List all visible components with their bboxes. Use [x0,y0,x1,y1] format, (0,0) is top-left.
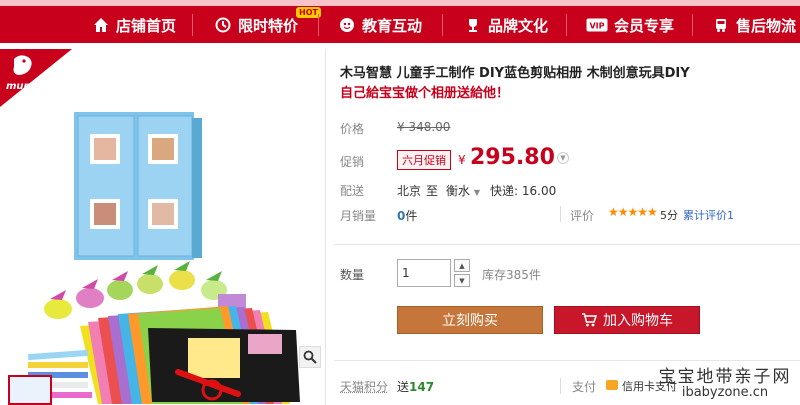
nav-item-brand-culture-label: 品牌文化 [488,16,549,35]
cart-icon [581,313,597,327]
tmall-points-label[interactable]: 天猫积分 [340,378,388,395]
nav-item-after-sales[interactable]: 售后物流 [712,12,796,38]
svg-text:VIP: VIP [589,22,604,31]
rating-label: 评价 [570,209,595,223]
nav-item-brand-culture[interactable]: 品牌文化 [464,12,548,38]
education-icon [338,16,356,34]
chevron-up-icon: ▲ [459,261,465,270]
top-nav: 店铺首页 限时特价 HOT 教育互动 品牌文化 VIP 会员专享 售后物流 [0,0,800,46]
add-to-cart-button[interactable]: 加入购物车 [554,306,700,334]
nav-item-education[interactable]: 教育互动 [338,12,422,38]
nav-item-home[interactable]: 店铺首页 [92,12,176,38]
nav-item-vip-label: 会员专享 [614,16,675,35]
monthly-sales-label: 月销量 [340,209,377,223]
site-watermark: 宝宝地带亲子网 ibabyzone.cn [652,362,798,400]
chevron-down-icon: ▼ [459,276,465,285]
divider [334,360,800,361]
clock-icon [214,16,232,34]
sales-unit: 件 [405,209,418,223]
promo-badge: 六月促销 [397,150,451,170]
nav-separator [566,14,567,36]
zoom-button[interactable] [299,346,321,368]
home-icon [92,16,110,34]
points-prefix: 送 [397,380,410,394]
quantity-label: 数量 [340,268,365,282]
nav-item-home-label: 店铺首页 [116,16,177,35]
quantity-input[interactable] [397,259,451,287]
divider [560,206,561,222]
add-to-cart-label: 加入购物车 [603,313,673,329]
quantity-decrease-button[interactable]: ▼ [454,274,470,287]
nav-separator [442,14,443,36]
credit-card-icon [606,380,618,390]
nav-item-education-label: 教育互动 [362,16,423,35]
product-gallery: muma [0,49,326,405]
ship-from: 北京 [397,184,422,198]
shipping-label: 配送 [340,184,365,198]
promo-price: 295.80 [470,145,555,170]
brand-logo: muma [0,49,72,107]
vip-icon: VIP [586,16,608,34]
rating-score: 5分 [660,209,678,222]
promo-label: 促销 [340,155,365,169]
buy-now-label: 立刻购买 [442,313,498,329]
trophy-icon [464,16,482,34]
logo-text: muma [6,81,41,92]
shipping-fee: 快递: 16.00 [490,184,557,198]
watermark-line1: 宝宝地带亲子网 [658,367,792,387]
product-image[interactable] [28,104,308,404]
price-label: 价格 [340,122,365,136]
divider [334,244,800,245]
monthly-sales: 0件 [397,207,417,224]
magnifier-icon [303,350,317,364]
nav-separator [692,14,693,36]
truck-icon [712,16,730,34]
currency-symbol: ¥ [458,153,466,167]
product-subtitle: 自己給宝宝做个相册送給他！ [340,86,510,101]
nav-item-flash-sale[interactable]: 限时特价 [214,12,298,38]
tmall-points: 送147 [397,378,434,395]
nav-item-flash-sale-label: 限时特价 [238,16,299,35]
ship-to-value: 衡水 [446,184,471,198]
reviews-link[interactable]: 累计评价1 [683,207,734,223]
ship-to-word: 至 [426,184,439,198]
nav-item-after-sales-label: 售后物流 [736,16,797,35]
original-price: ¥ 348.00 [397,120,451,134]
product-title: 木马智慧 儿童手工制作 DIY蓝色剪贴相册 木制创意玩具DIY [340,66,690,81]
chevron-down-icon[interactable]: ▼ [557,152,569,164]
rating-stars: ★★★★★ [608,205,658,219]
watermark-line2: ibabyzone.cn [681,385,769,400]
stock-count: 库存385件 [482,268,541,282]
ship-to-select[interactable]: 衡水 ▼ [446,182,480,199]
points-value: 147 [409,380,435,394]
payment-label: 支付 [572,380,597,394]
nav-item-vip[interactable]: VIP 会员专享 [586,12,674,38]
buy-now-button[interactable]: 立刻购买 [397,306,543,334]
gallery-thumbnail[interactable] [8,375,52,405]
nav-top-strip [0,0,800,6]
divider [560,378,561,394]
quantity-increase-button[interactable]: ▲ [454,259,470,272]
caret-down-icon: ▼ [473,188,480,197]
nav-separator [192,14,193,36]
nav-separator [318,14,319,36]
